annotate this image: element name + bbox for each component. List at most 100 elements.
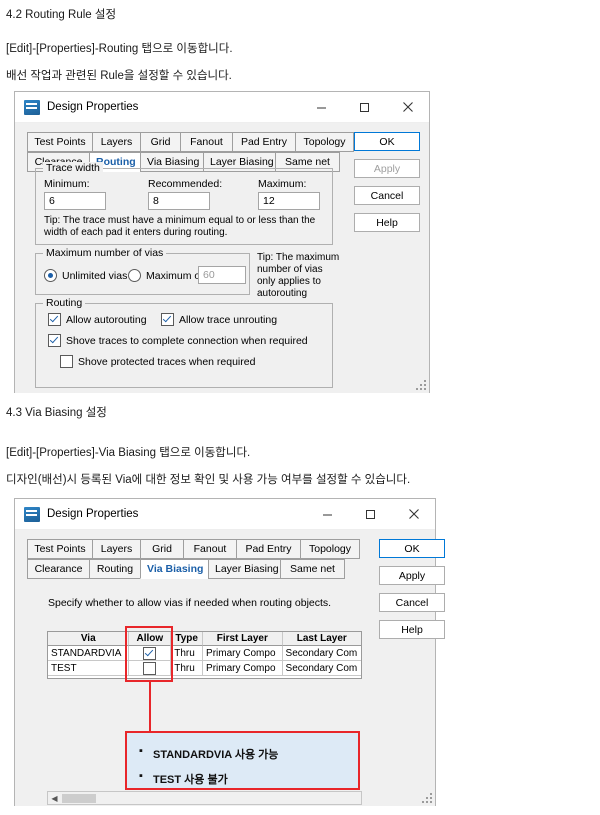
unlimited-vias-label: Unlimited vias xyxy=(62,269,128,282)
tab-layer-biasing[interactable]: Layer Biasing xyxy=(208,559,281,579)
tab-layers[interactable]: Layers xyxy=(92,132,141,152)
section-42-line2: 배선 작업과 관련된 Rule을 설정할 수 있습니다. xyxy=(6,70,232,82)
tab-grid[interactable]: Grid xyxy=(140,132,181,152)
tab-pad-entry[interactable]: Pad Entry xyxy=(236,539,301,559)
window-buttons xyxy=(306,499,435,529)
cell-via: TEST xyxy=(48,661,130,676)
section-43-line2: 디자인(배선)시 등록된 Via에 대한 정보 확인 및 사용 가능 여부를 설… xyxy=(6,474,411,486)
tab-fanout[interactable]: Fanout xyxy=(183,539,237,559)
tab-grid[interactable]: Grid xyxy=(140,539,184,559)
help-button[interactable]: Help xyxy=(354,213,420,232)
tab-row-2: Clearance Routing Via Biasing Layer Bias… xyxy=(27,559,359,579)
section-42-line1: [Edit]-[Properties]-Routing 탭으로 이동합니다. xyxy=(6,43,233,55)
cell-via: STANDARDVIA xyxy=(48,646,130,661)
shove-protected-checkbox[interactable]: Shove protected traces when required xyxy=(60,355,255,368)
minimize-icon[interactable] xyxy=(306,499,349,529)
allow-trace-unrouting-checkbox[interactable]: Allow trace unrouting xyxy=(161,313,277,326)
design-properties-dialog-routing: Design Properties Test Points Layers Gri… xyxy=(14,91,430,393)
scroll-left-icon[interactable]: ◀ xyxy=(48,794,61,803)
max-vias-tip: Tip: The maximum number of vias only app… xyxy=(257,252,340,299)
col-header-via: Via xyxy=(48,632,130,646)
resize-grip[interactable] xyxy=(415,379,427,391)
tab-layers[interactable]: Layers xyxy=(92,539,141,559)
tab-test-points[interactable]: Test Points xyxy=(27,132,93,152)
tab-via-biasing[interactable]: Via Biasing xyxy=(140,559,209,579)
tab-same-net[interactable]: Same net xyxy=(280,559,345,579)
close-icon[interactable] xyxy=(392,499,435,529)
apply-button[interactable]: Apply xyxy=(354,159,420,178)
checkbox-indicator xyxy=(161,313,174,326)
tab-pad-entry[interactable]: Pad Entry xyxy=(232,132,296,152)
horizontal-scrollbar[interactable]: ◀ xyxy=(47,791,362,805)
scrollbar-thumb[interactable] xyxy=(62,793,96,803)
close-icon[interactable] xyxy=(386,92,429,122)
help-button[interactable]: Help xyxy=(379,620,445,639)
max-vias-group-label: Maximum number of vias xyxy=(43,247,167,259)
routing-group-label: Routing xyxy=(43,297,86,309)
cell-type: Thru xyxy=(171,661,204,676)
recommended-label: Recommended: xyxy=(148,178,223,190)
tab-routing[interactable]: Routing xyxy=(89,559,141,579)
section-43-line1: [Edit]-[Properties]-Via Biasing 탭으로 이동합니… xyxy=(6,447,251,459)
tab-topology[interactable]: Topology xyxy=(295,132,354,152)
via-biasing-description: Specify whether to allow vias if needed … xyxy=(48,597,332,609)
cell-first-layer: Primary Compo xyxy=(203,661,283,676)
allow-autorouting-checkbox[interactable]: Allow autorouting xyxy=(48,313,147,326)
shove-protected-label: Shove protected traces when required xyxy=(78,355,256,368)
apply-button[interactable]: Apply xyxy=(379,566,445,585)
maximum-input[interactable]: 12 xyxy=(258,192,320,210)
ok-button[interactable]: OK xyxy=(354,132,420,151)
maximum-label: Maximum: xyxy=(258,178,307,190)
minimum-input[interactable]: 6 xyxy=(44,192,106,210)
ok-button[interactable]: OK xyxy=(379,539,445,558)
app-icon xyxy=(24,506,40,522)
unlimited-vias-radio[interactable]: Unlimited vias xyxy=(44,269,127,282)
maximum-of-radio[interactable]: Maximum of: xyxy=(128,269,206,282)
resize-grip[interactable] xyxy=(421,792,433,804)
checkbox-indicator xyxy=(48,334,61,347)
tab-clearance[interactable]: Clearance xyxy=(27,559,90,579)
maximize-icon[interactable] xyxy=(343,92,386,122)
cell-type: Thru xyxy=(171,646,204,661)
callout-box: STANDARDVIA 사용 가능 TEST 사용 불가 xyxy=(125,731,360,790)
titlebar: Design Properties xyxy=(15,499,435,530)
tab-topology[interactable]: Topology xyxy=(300,539,360,559)
cancel-button[interactable]: Cancel xyxy=(354,186,420,205)
col-header-type: Type xyxy=(171,632,204,646)
minimize-icon[interactable] xyxy=(300,92,343,122)
table-header-row: Via Allow Type First Layer Last Layer xyxy=(48,632,362,646)
table-row[interactable]: STANDARDVIA Thru Primary Compo Secondary… xyxy=(48,646,362,661)
table-row[interactable]: TEST Thru Primary Compo Secondary Com xyxy=(48,661,362,676)
trace-width-group-label: Trace width xyxy=(43,162,103,174)
document-page: 4.2 Routing Rule 설정 [Edit]-[Properties]-… xyxy=(0,0,600,815)
maximize-icon[interactable] xyxy=(349,499,392,529)
section-42-title: 4.2 Routing Rule 설정 xyxy=(6,9,117,21)
shove-traces-checkbox[interactable]: Shove traces to complete connection when… xyxy=(48,334,308,347)
allow-column-highlight xyxy=(125,626,173,682)
minimum-label: Minimum: xyxy=(44,178,90,190)
window-buttons xyxy=(300,92,429,122)
callout-item: STANDARDVIA 사용 가능 xyxy=(137,745,348,762)
callout-connector-1 xyxy=(149,682,151,731)
callout-list: STANDARDVIA 사용 가능 TEST 사용 불가 xyxy=(137,745,348,787)
tab-row-1: Test Points Layers Grid Fanout Pad Entry… xyxy=(27,539,360,559)
callout-item: TEST 사용 불가 xyxy=(137,770,348,787)
dialog-title: Design Properties xyxy=(47,101,139,113)
dialog-body: Test Points Layers Grid Fanout Pad Entry… xyxy=(15,123,429,393)
checkbox-indicator xyxy=(60,355,73,368)
tab-fanout[interactable]: Fanout xyxy=(180,132,233,152)
dialog-title: Design Properties xyxy=(47,508,139,520)
tab-test-points[interactable]: Test Points xyxy=(27,539,93,559)
radio-indicator xyxy=(44,269,57,282)
checkbox-indicator xyxy=(48,313,61,326)
recommended-input[interactable]: 8 xyxy=(148,192,210,210)
maximum-of-input[interactable]: 60 xyxy=(198,266,246,284)
cell-first-layer: Primary Compo xyxy=(203,646,283,661)
section-43-title: 4.3 Via Biasing 설정 xyxy=(6,407,107,419)
cancel-button[interactable]: Cancel xyxy=(379,593,445,612)
allow-trace-unrouting-label: Allow trace unrouting xyxy=(179,313,278,326)
dialog-body: Test Points Layers Grid Fanout Pad Entry… xyxy=(15,530,445,806)
titlebar: Design Properties xyxy=(15,92,429,123)
cell-last-layer: Secondary Com xyxy=(282,661,362,676)
shove-traces-label: Shove traces to complete connection when… xyxy=(66,334,308,347)
